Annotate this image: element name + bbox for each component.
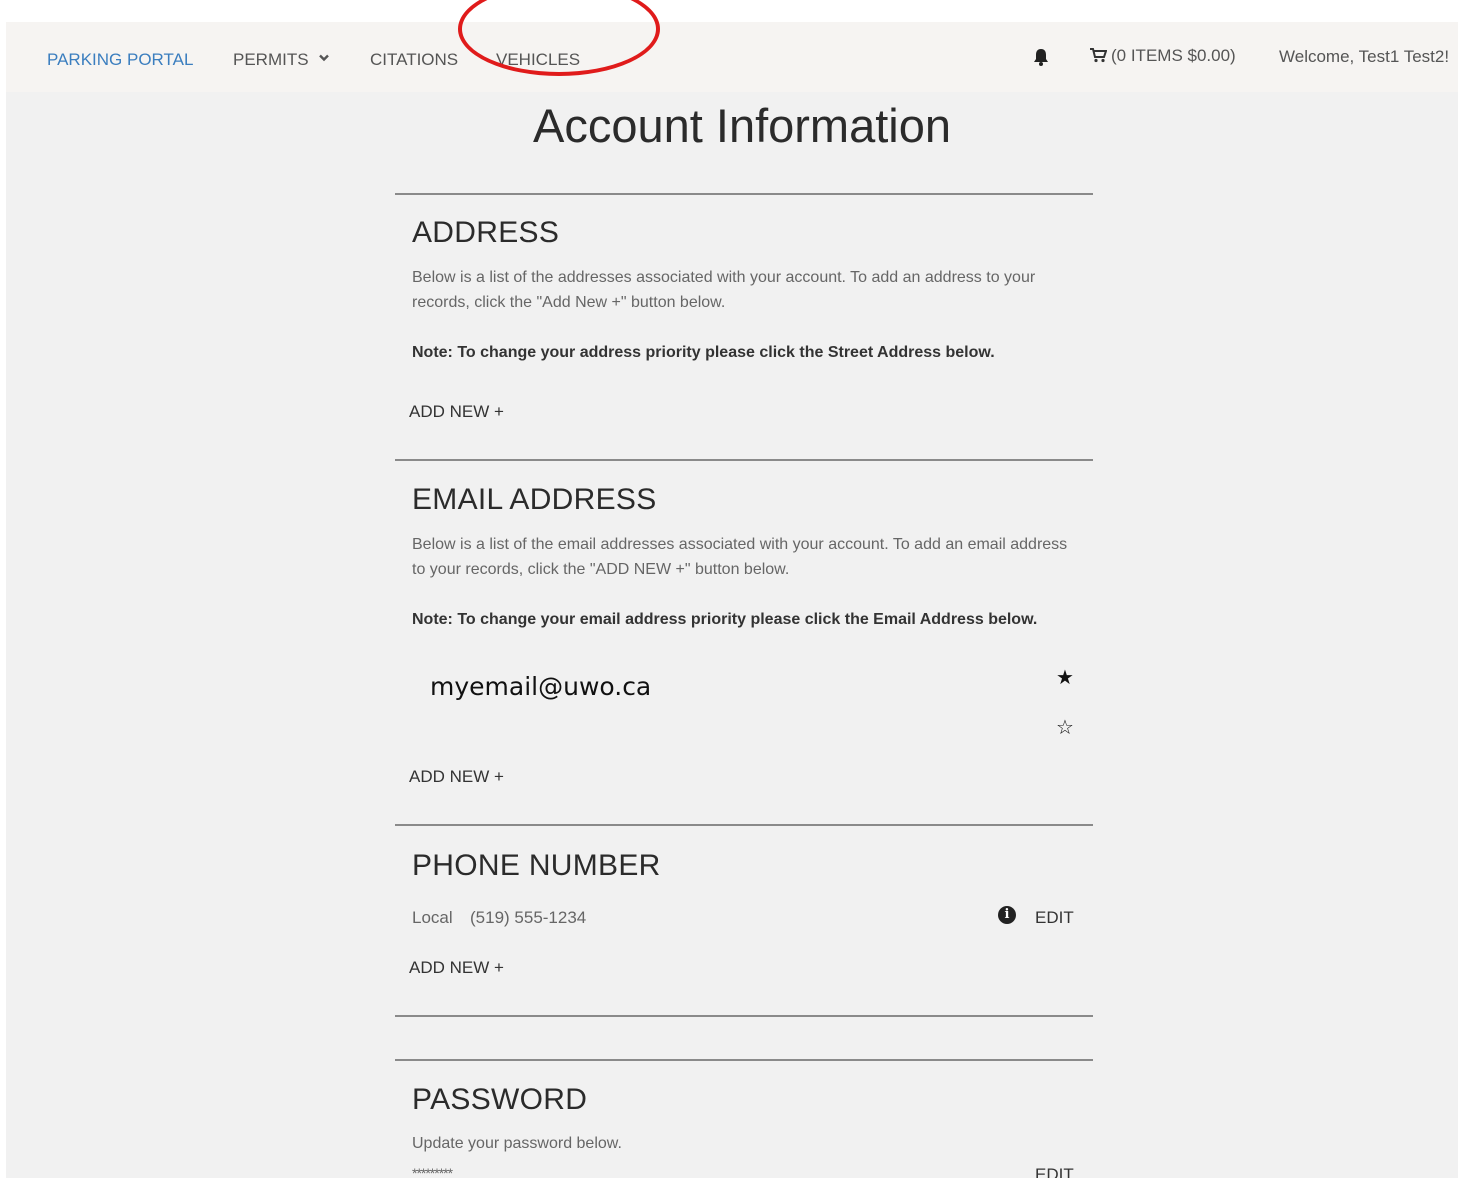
add-email-button[interactable]: ADD NEW + (409, 767, 504, 787)
top-nav-bar: PARKING PORTAL PERMITS CITATIONS VEHICLE… (6, 22, 1458, 92)
nav-citations[interactable]: CITATIONS (370, 50, 458, 70)
phone-number-value: (519) 555-1234 (470, 908, 587, 927)
star-outline-icon[interactable]: ☆ (1056, 718, 1074, 738)
email-description: Below is a list of the email addresses a… (412, 536, 1068, 578)
address-description: Below is a list of the addresses associa… (412, 269, 1036, 311)
nav-vehicles[interactable]: VEHICLES (496, 50, 580, 70)
nav-permits[interactable]: PERMITS (233, 50, 330, 70)
divider (395, 824, 1093, 826)
cart-summary: (0 ITEMS $0.00) (1111, 46, 1236, 65)
star-filled-icon[interactable]: ★ (1056, 668, 1074, 688)
divider (395, 459, 1093, 461)
email-section-title: EMAIL ADDRESS (412, 483, 657, 516)
edit-phone-button[interactable]: EDIT (1035, 908, 1074, 928)
nav-parking-portal[interactable]: PARKING PORTAL (47, 50, 193, 70)
password-section-title: PASSWORD (412, 1083, 588, 1116)
page-title: Account Information (533, 99, 951, 152)
divider (395, 1015, 1093, 1017)
cart-link[interactable]: (0 ITEMS $0.00) (1089, 46, 1236, 66)
phone-type-label: Local (412, 908, 453, 927)
nav-permits-label: PERMITS (233, 50, 309, 69)
phone-section-title: PHONE NUMBER (412, 849, 661, 882)
divider (395, 193, 1093, 195)
info-icon[interactable]: i (998, 906, 1016, 924)
email-note: Note: To change your email address prior… (412, 611, 1038, 628)
welcome-user[interactable]: Welcome, Test1 Test2! (1279, 47, 1449, 67)
add-phone-button[interactable]: ADD NEW + (409, 958, 504, 978)
divider (395, 1059, 1093, 1061)
password-description: Update your password below. (412, 1135, 622, 1152)
shopping-cart-icon (1090, 48, 1108, 63)
edit-password-button[interactable]: EDIT (1035, 1165, 1074, 1178)
address-note: Note: To change your address priority pl… (412, 344, 995, 361)
add-address-button[interactable]: ADD NEW + (409, 402, 504, 422)
chevron-down-icon (319, 54, 330, 62)
bell-icon[interactable] (1032, 47, 1050, 67)
password-mask: ********* (412, 1165, 453, 1178)
app-frame: PARKING PORTAL PERMITS CITATIONS VEHICLE… (6, 22, 1458, 1178)
email-address-item[interactable]: myemail@uwo.ca (430, 672, 651, 701)
address-section-title: ADDRESS (412, 216, 560, 249)
